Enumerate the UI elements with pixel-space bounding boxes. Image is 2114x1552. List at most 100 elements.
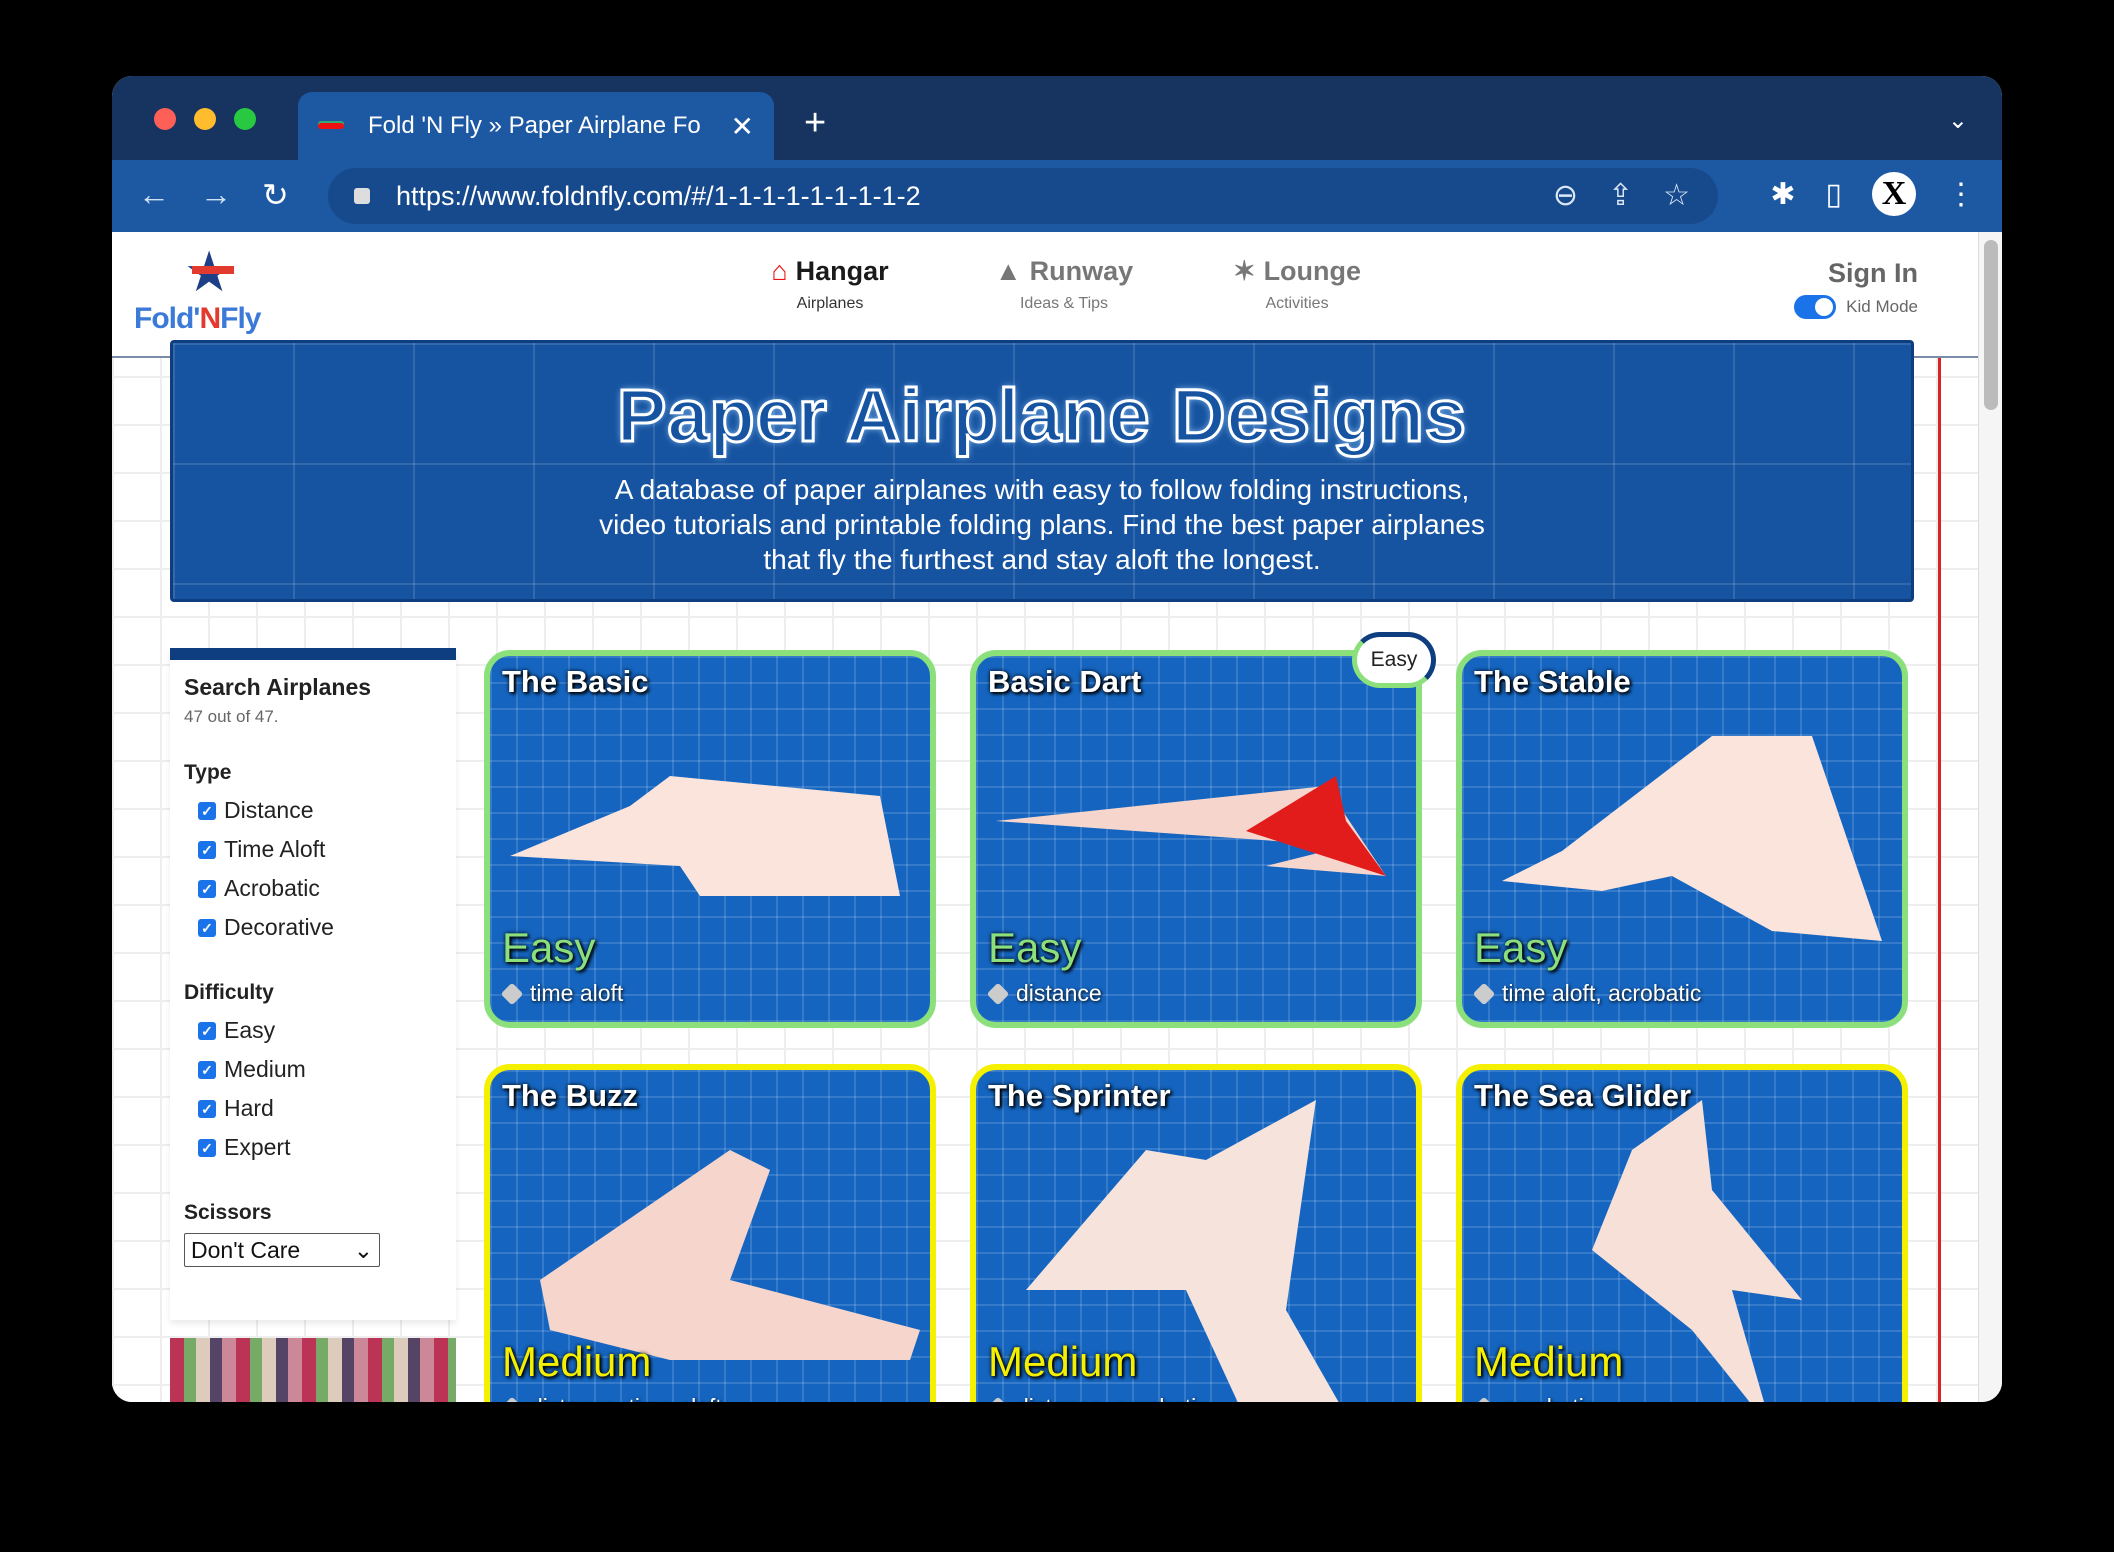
card-title: The Buzz [502, 1078, 639, 1113]
zoom-out-icon[interactable]: ⊖ [1553, 178, 1578, 213]
lounge-icon: ✶ [1232, 256, 1256, 286]
tab-search-chevron-icon[interactable]: ⌄ [1948, 106, 1968, 135]
nav-lounge[interactable]: ✶ Lounge Activities [1222, 256, 1372, 313]
airplane-card[interactable]: The Stable Easy time aloft, acrobatic [1456, 650, 1908, 1028]
card-tags: distance, time aloft [530, 1394, 722, 1402]
type-checkbox-time-aloft[interactable]: ✓ Time Aloft [184, 830, 442, 869]
card-title: Basic Dart [988, 664, 1142, 699]
sign-in-link[interactable]: Sign In [1794, 258, 1918, 289]
extensions-puzzle-icon[interactable]: ✱ [1770, 177, 1795, 212]
tag-icon [1472, 1396, 1496, 1402]
difficulty-checkbox-easy[interactable]: ✓ Easy [184, 1011, 442, 1050]
profile-avatar[interactable]: X [1872, 172, 1916, 216]
search-title: Search Airplanes [184, 674, 372, 700]
card-title: The Sprinter [988, 1078, 1171, 1113]
star-logo-icon: ★ [184, 240, 235, 303]
checkbox-checked-icon[interactable]: ✓ [198, 1021, 216, 1040]
airplane-card[interactable]: The Sea Glider Medium acrobatic [1456, 1064, 1908, 1402]
scissors-heading: Scissors [184, 1201, 272, 1224]
kid-mode-label: Kid Mode [1846, 297, 1918, 316]
checkbox-checked-icon[interactable]: ✓ [198, 840, 216, 859]
reload-icon[interactable]: ↻ [262, 176, 289, 214]
type-checkbox-distance[interactable]: ✓ Distance [184, 791, 442, 830]
ad-image[interactable] [170, 1338, 456, 1402]
web-page: ★ Fold'NFly ⌂ Hangar Airplanes ▲ Runway Id… [112, 232, 1978, 1402]
difficulty-checkbox-hard[interactable]: ✓ Hard [184, 1089, 442, 1128]
hero-banner: Paper Airplane Designs A database of pap… [170, 340, 1914, 602]
scrollbar-thumb[interactable] [1984, 240, 1998, 410]
margin-line [1938, 358, 1941, 1402]
checkbox-checked-icon[interactable]: ✓ [198, 879, 216, 898]
airplane-image [510, 776, 900, 896]
tag-icon [500, 982, 524, 1005]
card-difficulty: Medium [1474, 1338, 1624, 1385]
airplane-card[interactable]: The Sprinter Medium distance, acrobatic [970, 1064, 1422, 1402]
browser-toolbar: ← → ↻ https://www.foldnfly.com/#/1-1-1-1… [112, 160, 2002, 232]
close-tab-icon[interactable]: ✕ [731, 110, 754, 143]
card-tags: acrobatic [1502, 1394, 1595, 1402]
url-text[interactable]: https://www.foldnfly.com/#/1-1-1-1-1-1-1… [396, 181, 921, 212]
browser-window: Fold 'N Fly » Paper Airplane Fo ✕ + ⌄ ← … [112, 76, 2002, 1402]
card-title: The Sea Glider [1474, 1078, 1692, 1113]
back-icon[interactable]: ← [138, 176, 170, 213]
tab-title: Fold 'N Fly » Paper Airplane Fo [368, 112, 701, 139]
minimize-window-button[interactable] [194, 108, 216, 130]
favicon-icon [318, 123, 344, 129]
card-tags: time aloft [530, 980, 624, 1006]
new-tab-button[interactable]: + [804, 102, 826, 145]
bookmark-star-icon[interactable]: ☆ [1663, 178, 1690, 213]
card-difficulty: Easy [502, 924, 596, 971]
nav-hangar[interactable]: ⌂ Hangar Airplanes [760, 256, 900, 313]
hero-description: A database of paper airplanes with easy … [599, 474, 1485, 575]
side-panel-icon[interactable]: ▯ [1825, 177, 1842, 212]
lock-icon [354, 188, 370, 204]
browser-menu-icon[interactable]: ⋮ [1946, 177, 1976, 212]
card-title: The Basic [502, 664, 649, 699]
hangar-icon: ⌂ [771, 256, 788, 286]
type-checkbox-decorative[interactable]: ✓ Decorative [184, 908, 442, 947]
close-window-button[interactable] [154, 108, 176, 130]
airplane-card[interactable]: The Basic Easy time aloft [484, 650, 936, 1028]
page-scrollbar[interactable] [1978, 232, 2002, 1402]
card-difficulty: Easy [1474, 924, 1568, 971]
kid-mode-toggle[interactable] [1794, 295, 1837, 319]
browser-tab[interactable]: Fold 'N Fly » Paper Airplane Fo ✕ [298, 92, 774, 160]
site-logo[interactable]: ★ Fold'NFly [134, 244, 304, 340]
checkbox-checked-icon[interactable]: ✓ [198, 1138, 216, 1157]
maximize-window-button[interactable] [234, 108, 256, 130]
forward-icon[interactable]: → [200, 176, 232, 213]
tag-icon [986, 1396, 1010, 1402]
card-difficulty: Medium [502, 1338, 652, 1385]
scissors-select[interactable]: Don't Care ⌄ [184, 1233, 380, 1267]
card-tags: distance, acrobatic [1016, 1394, 1208, 1402]
airplane-image [996, 776, 1386, 876]
title-bar: Fold 'N Fly » Paper Airplane Fo ✕ + ⌄ [112, 76, 2002, 160]
airplane-image [540, 1150, 920, 1360]
chevron-down-icon: ⌄ [353, 1236, 373, 1263]
nav-runway[interactable]: ▲ Runway Ideas & Tips [984, 256, 1144, 313]
checkbox-checked-icon[interactable]: ✓ [198, 918, 216, 937]
difficulty-heading: Difficulty [184, 981, 274, 1004]
card-tags: time aloft, acrobatic [1502, 980, 1702, 1006]
search-filters-panel: Search Airplanes 47 out of 47. Type ✓ Dis… [170, 648, 456, 1320]
checkbox-checked-icon[interactable]: ✓ [198, 1099, 216, 1118]
card-difficulty: Medium [988, 1338, 1138, 1385]
runway-icon: ▲ [994, 256, 1022, 286]
result-count: 47 out of 47. [184, 707, 279, 726]
tag-icon [500, 1396, 524, 1402]
address-bar[interactable]: https://www.foldnfly.com/#/1-1-1-1-1-1-1… [328, 168, 1718, 224]
card-difficulty: Easy [988, 924, 1082, 971]
airplane-image [1502, 736, 1882, 941]
difficulty-checkbox-medium[interactable]: ✓ Medium [184, 1050, 442, 1089]
difficulty-badge: Easy [1352, 632, 1436, 688]
checkbox-checked-icon[interactable]: ✓ [198, 801, 216, 820]
difficulty-checkbox-expert[interactable]: ✓ Expert [184, 1128, 442, 1167]
type-heading: Type [184, 761, 232, 784]
card-title: The Stable [1474, 664, 1631, 699]
share-icon[interactable]: ⇪ [1608, 178, 1633, 213]
airplane-card[interactable]: The Buzz Medium distance, time aloft [484, 1064, 936, 1402]
airplane-card[interactable]: Basic Dart Easy distance [970, 650, 1422, 1028]
checkbox-checked-icon[interactable]: ✓ [198, 1060, 216, 1079]
page-title: Paper Airplane Designs [616, 373, 1468, 459]
type-checkbox-acrobatic[interactable]: ✓ Acrobatic [184, 869, 442, 908]
